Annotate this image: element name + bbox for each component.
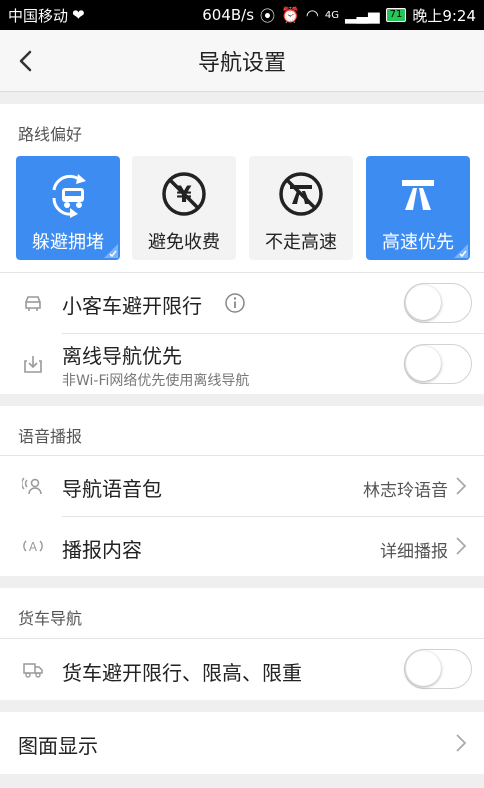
voice-pack-row[interactable]: 导航语音包 林志玲语音 [0,456,484,516]
offline-nav-row[interactable]: 离线导航优先 非Wi-Fi网络优先使用离线导航 [0,334,484,394]
car-icon [25,296,41,311]
voice-section-title: 语音播报 [18,427,83,446]
network-type: 4G [324,9,339,21]
option-highway-first[interactable]: 高速优先 [366,156,470,260]
back-icon[interactable] [12,44,42,78]
route-pref-title: 路线偏好 [18,125,83,144]
option-label: 高速优先 [382,232,454,253]
option-no-toll[interactable]: ¥ 避免收费 [132,156,236,260]
status-bar: 中国移动 ❤ 604B/s ⦿ ⏰ ◠ 4G ▂▃▅ 71 晚上9:24 [0,0,484,30]
map-display-label: 图面显示 [18,734,98,758]
chevron-right-icon [456,537,467,555]
signal-icon: ▂▃▅ [344,6,380,24]
checkmark-icon [454,244,468,258]
voice-person-icon [22,477,42,495]
checkmark-icon [104,244,118,258]
chevron-right-icon [456,734,467,752]
highway-icon [402,180,434,210]
car-restriction-toggle[interactable] [404,283,472,323]
option-avoid-congestion[interactable]: 躲避拥堵 [16,156,120,260]
truck-avoid-label: 货车避开限行、限高、限重 [62,661,302,685]
battery-icon: 71 [385,8,407,22]
location-icon: ⦿ [260,6,276,25]
network-speed: 604B/s [202,6,255,24]
truck-icon [23,663,43,678]
offline-nav-toggle[interactable] [404,344,472,384]
alarm-icon: ⏰ [281,6,300,24]
car-restriction-row[interactable]: 小客车避开限行 [0,273,484,333]
broadcast-row[interactable]: A 播报内容 详细播报 [0,517,484,576]
car-restriction-label: 小客车避开限行 [62,294,202,318]
page-title: 导航设置 [197,50,286,76]
truck-avoid-row[interactable]: 货车避开限行、限高、限重 [0,639,484,700]
wifi-icon: ◠ [305,6,319,24]
no-toll-icon: ¥ [162,172,206,216]
broadcast-label: 播报内容 [62,538,142,562]
chevron-right-icon [456,477,467,495]
status-time: 晚上9:24 [412,6,476,25]
option-label: 躲避拥堵 [32,232,104,253]
voice-pack-value: 林志玲语音 [363,481,448,501]
broadcast-value: 详细播报 [380,542,448,562]
svg-text:A: A [29,540,38,554]
download-icon [24,356,42,373]
broadcast-icon: A [23,540,43,554]
option-no-highway[interactable]: 不走高速 [249,156,353,260]
truck-avoid-toggle[interactable] [404,649,472,689]
map-display-row[interactable]: 图面显示 [0,712,484,774]
offline-nav-sublabel: 非Wi-Fi网络优先使用离线导航 [62,373,250,389]
heart-icon: ❤ [72,6,85,24]
no-highway-icon [279,172,323,216]
carrier-name: 中国移动 [8,6,69,25]
option-label: 不走高速 [265,232,337,253]
option-label: 避免收费 [148,232,220,253]
truck-section-title: 货车导航 [18,609,83,628]
info-icon[interactable] [224,292,246,314]
avoid-congestion-icon [52,174,86,218]
voice-pack-label: 导航语音包 [62,477,162,501]
nav-bar: 导航设置 [0,30,484,92]
offline-nav-label: 离线导航优先 [62,344,182,368]
